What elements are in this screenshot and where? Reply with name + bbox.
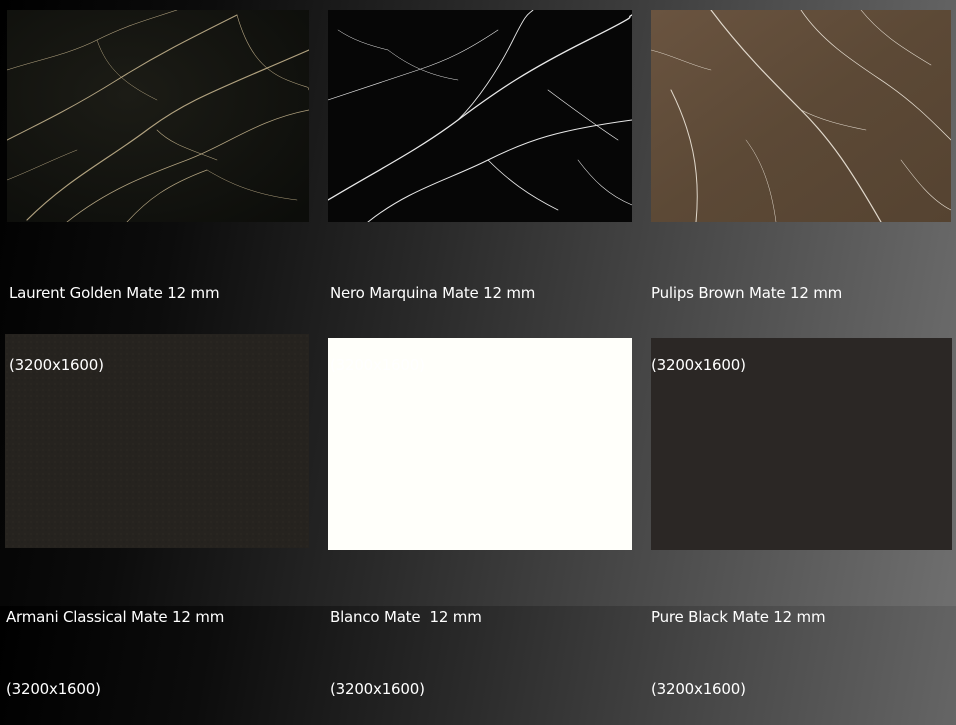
product-size: (3200x1600): [330, 680, 425, 698]
product-caption-nero-marquina[interactable]: Nero Marquina Mate 12 mm (3200x1600): [330, 233, 535, 401]
marble-nero-marquina-image: [328, 10, 632, 222]
product-caption-blanco[interactable]: Blanco Mate 12 mm (3200x1600): [330, 557, 482, 725]
product-image-laurent-golden[interactable]: [7, 10, 309, 222]
product-size: (3200x1600): [6, 680, 101, 698]
product-name[interactable]: Blanco Mate 12 mm: [330, 605, 482, 629]
product-name[interactable]: Pure Black Mate 12 mm: [651, 605, 826, 629]
product-name[interactable]: Laurent Golden Mate 12 mm: [9, 281, 220, 305]
product-size: (3200x1600): [651, 680, 746, 698]
product-size: (3200x1600): [651, 356, 746, 374]
product-caption-armani-classical[interactable]: Armani Classical Mate 12 mm (3200x1600): [6, 557, 224, 725]
product-size: (3200x1600): [330, 356, 425, 374]
product-size: (3200x1600): [9, 356, 104, 374]
product-caption-pure-black[interactable]: Pure Black Mate 12 mm (3200x1600): [651, 557, 826, 725]
product-name[interactable]: Nero Marquina Mate 12 mm: [330, 281, 535, 305]
product-caption-laurent-golden[interactable]: Laurent Golden Mate 12 mm (3200x1600): [9, 233, 220, 401]
marble-pulips-brown-image: [651, 10, 951, 222]
product-image-pulips-brown[interactable]: [651, 10, 951, 222]
product-name[interactable]: Armani Classical Mate 12 mm: [6, 605, 224, 629]
product-image-nero-marquina[interactable]: [328, 10, 632, 222]
product-name[interactable]: Pulips Brown Mate 12 mm: [651, 281, 842, 305]
marble-laurent-golden-image: [7, 10, 309, 222]
product-caption-pulips-brown[interactable]: Pulips Brown Mate 12 mm (3200x1600): [651, 233, 842, 401]
